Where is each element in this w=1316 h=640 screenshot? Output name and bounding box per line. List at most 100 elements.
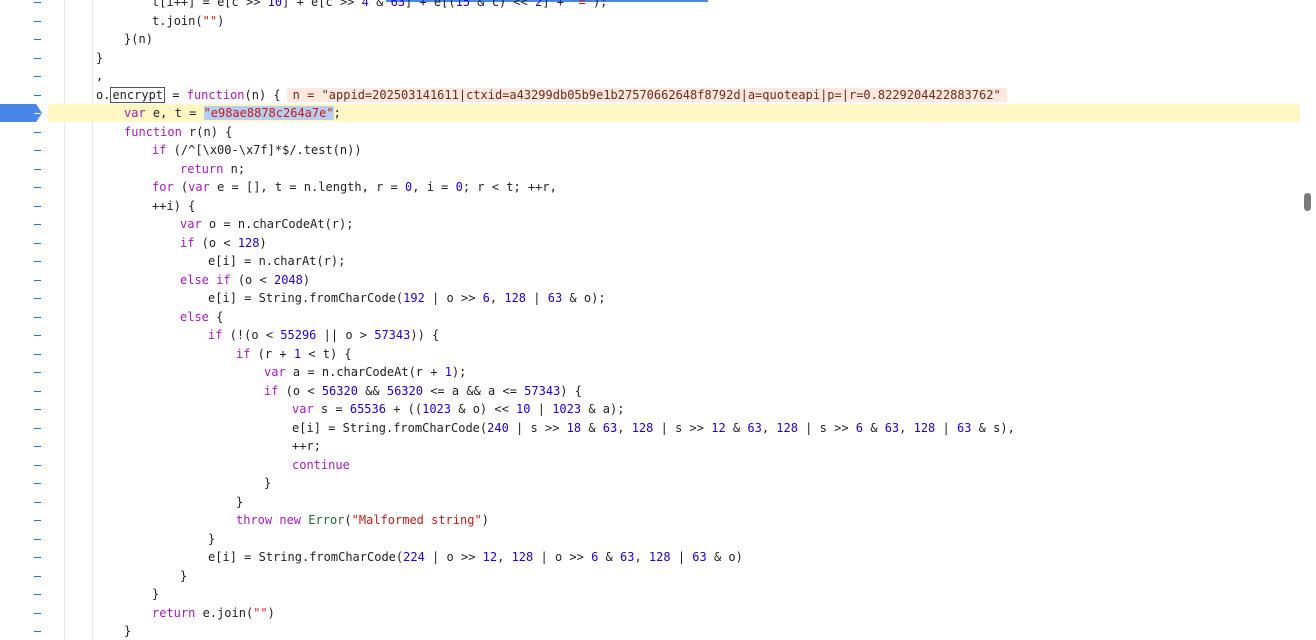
code-line[interactable]: for (var e = [], t = n.length, r = 0, i … bbox=[64, 178, 1300, 196]
line-marker[interactable] bbox=[34, 538, 41, 540]
inline-value-hint: n = "appid=202503141611|ctxid=a43299db05… bbox=[286, 87, 1007, 102]
line-gutter[interactable] bbox=[0, 0, 65, 640]
code-line[interactable]: else if (o < 2048) bbox=[64, 271, 1300, 289]
code-text: } bbox=[152, 587, 160, 601]
line-marker[interactable] bbox=[34, 446, 41, 447]
code-line[interactable]: t.join("") bbox=[64, 12, 1300, 30]
line-marker[interactable] bbox=[34, 353, 41, 355]
code-line[interactable]: } bbox=[64, 474, 1300, 492]
code-editor[interactable]: t[i++] = e[c >> 10] + e[c >> 4 & 63] + e… bbox=[64, 0, 1300, 640]
code-line[interactable]: var s = 65536 + ((1023 & o) << 10 | 1023… bbox=[64, 400, 1300, 418]
code-line[interactable]: if (/^[\x00-\x7f]*$/.test(n)) bbox=[64, 141, 1300, 159]
code-line[interactable]: ++r; bbox=[64, 437, 1300, 455]
code-line[interactable]: throw new Error("Malformed string") bbox=[64, 511, 1300, 529]
line-marker[interactable] bbox=[34, 57, 41, 59]
code-text: var s = 65536 + ((1023 & o) << 10 | 1023… bbox=[292, 402, 625, 416]
selected-string[interactable]: "e98ae8878c264a7e" bbox=[203, 106, 334, 120]
code-text: throw new Error("Malformed string") bbox=[236, 513, 489, 527]
line-marker[interactable] bbox=[34, 279, 41, 281]
scrollbar-thumb[interactable] bbox=[1304, 193, 1311, 211]
code-text: ++i) { bbox=[152, 198, 196, 213]
code-line[interactable]: e[i] = String.fromCharCode(224 | o >> 12… bbox=[64, 548, 1300, 566]
breakpoint-marker[interactable] bbox=[0, 104, 42, 122]
code-text: t[i++] = e[c >> 10] + e[c >> 4 & 63] + e… bbox=[152, 0, 608, 9]
code-text: if (!(o < 55296 || o > 57343)) { bbox=[208, 328, 440, 342]
code-line[interactable]: } bbox=[64, 585, 1300, 603]
code-line[interactable]: function r(n) { bbox=[64, 123, 1300, 141]
line-marker[interactable] bbox=[34, 520, 41, 521]
line-marker[interactable] bbox=[34, 20, 41, 22]
code-line[interactable]: else { bbox=[64, 308, 1300, 326]
line-marker[interactable] bbox=[34, 298, 41, 299]
line-marker[interactable] bbox=[34, 612, 41, 614]
line-marker[interactable] bbox=[34, 594, 41, 595]
code-line[interactable]: if (o < 128) bbox=[64, 234, 1300, 252]
code-text: t.join("") bbox=[152, 13, 225, 28]
code-text: } bbox=[180, 568, 188, 583]
code-line[interactable]: var a = n.charCodeAt(r + 1); bbox=[64, 363, 1300, 381]
code-text: , bbox=[96, 69, 104, 83]
code-line[interactable]: if (o < 56320 && 56320 <= a && a <= 5734… bbox=[64, 382, 1300, 400]
line-marker[interactable] bbox=[34, 131, 41, 133]
code-text: } bbox=[208, 531, 216, 546]
code-line[interactable]: e[i] = n.charAt(r); bbox=[64, 252, 1300, 270]
line-marker[interactable] bbox=[34, 205, 41, 207]
line-marker[interactable] bbox=[34, 464, 41, 466]
line-marker[interactable] bbox=[34, 501, 41, 503]
code-line[interactable]: o. encrypt = function(n) {n = "appid=2025… bbox=[64, 86, 1300, 104]
line-marker[interactable] bbox=[34, 316, 41, 318]
code-line[interactable]: } bbox=[64, 622, 1300, 640]
line-marker[interactable] bbox=[34, 335, 41, 336]
code-line[interactable]: continue bbox=[64, 456, 1300, 474]
line-marker[interactable] bbox=[34, 575, 41, 577]
code-line[interactable]: var o = n.charCodeAt(r); bbox=[64, 215, 1300, 233]
code-line[interactable]: } bbox=[64, 49, 1300, 67]
highlighted-identifier[interactable]: encrypt bbox=[110, 86, 166, 103]
line-marker[interactable] bbox=[34, 557, 41, 558]
line-marker[interactable] bbox=[34, 150, 41, 151]
code-line[interactable]: return n; bbox=[64, 160, 1300, 178]
code-line[interactable]: return e.join("") bbox=[64, 604, 1300, 622]
line-marker[interactable] bbox=[34, 39, 41, 40]
code-line[interactable]: e[i] = String.fromCharCode(192 | o >> 6,… bbox=[64, 289, 1300, 307]
line-marker[interactable] bbox=[34, 168, 41, 170]
code-text: continue bbox=[292, 457, 350, 472]
line-marker[interactable] bbox=[34, 261, 41, 262]
line-marker[interactable] bbox=[34, 390, 41, 392]
line-marker[interactable] bbox=[34, 224, 41, 225]
code-text: } bbox=[96, 50, 104, 65]
code-text: if (r + 1 < t) { bbox=[236, 346, 352, 361]
line-marker[interactable] bbox=[34, 631, 41, 632]
code-line[interactable]: } bbox=[64, 530, 1300, 548]
line-marker[interactable] bbox=[34, 483, 41, 484]
line-marker[interactable] bbox=[34, 242, 41, 244]
line-marker[interactable] bbox=[34, 76, 41, 77]
line-marker[interactable] bbox=[34, 2, 41, 3]
code-text: e[i] = String.fromCharCode(224 | o >> 12… bbox=[208, 550, 743, 564]
code-line[interactable]: if (r + 1 < t) { bbox=[64, 345, 1300, 363]
code-text: else { bbox=[180, 309, 224, 324]
code-text: if (o < 128) bbox=[180, 235, 267, 250]
code-line[interactable]: } bbox=[64, 567, 1300, 585]
code-line[interactable]: e[i] = String.fromCharCode(240 | s >> 18… bbox=[64, 419, 1300, 437]
line-marker[interactable] bbox=[34, 372, 41, 373]
code-text: }(n) bbox=[124, 32, 153, 46]
code-line[interactable]: ++i) { bbox=[64, 197, 1300, 215]
code-line[interactable]: , bbox=[64, 67, 1300, 85]
line-marker[interactable] bbox=[34, 409, 41, 410]
code-text: return e.join("") bbox=[152, 605, 275, 620]
code-text: ++r; bbox=[292, 439, 321, 453]
code-line[interactable]: var e, t = "e98ae8878c264a7e"; bbox=[64, 104, 1300, 122]
code-text: if (o < 56320 && 56320 <= a && a <= 5734… bbox=[264, 383, 582, 398]
code-line[interactable]: if (!(o < 55296 || o > 57343)) { bbox=[64, 326, 1300, 344]
line-marker[interactable] bbox=[34, 187, 41, 188]
code-line[interactable]: t[i++] = e[c >> 10] + e[c >> 4 & 63] + e… bbox=[64, 0, 1300, 11]
code-text: function r(n) { bbox=[124, 124, 233, 139]
code-text: var o = n.charCodeAt(r); bbox=[180, 217, 354, 231]
code-line[interactable]: }(n) bbox=[64, 30, 1300, 48]
line-marker[interactable] bbox=[34, 94, 41, 96]
code-text: if (/^[\x00-\x7f]*$/.test(n)) bbox=[152, 143, 362, 157]
line-marker[interactable] bbox=[34, 427, 41, 429]
vertical-scrollbar[interactable] bbox=[1300, 0, 1316, 640]
code-line[interactable]: } bbox=[64, 493, 1300, 511]
